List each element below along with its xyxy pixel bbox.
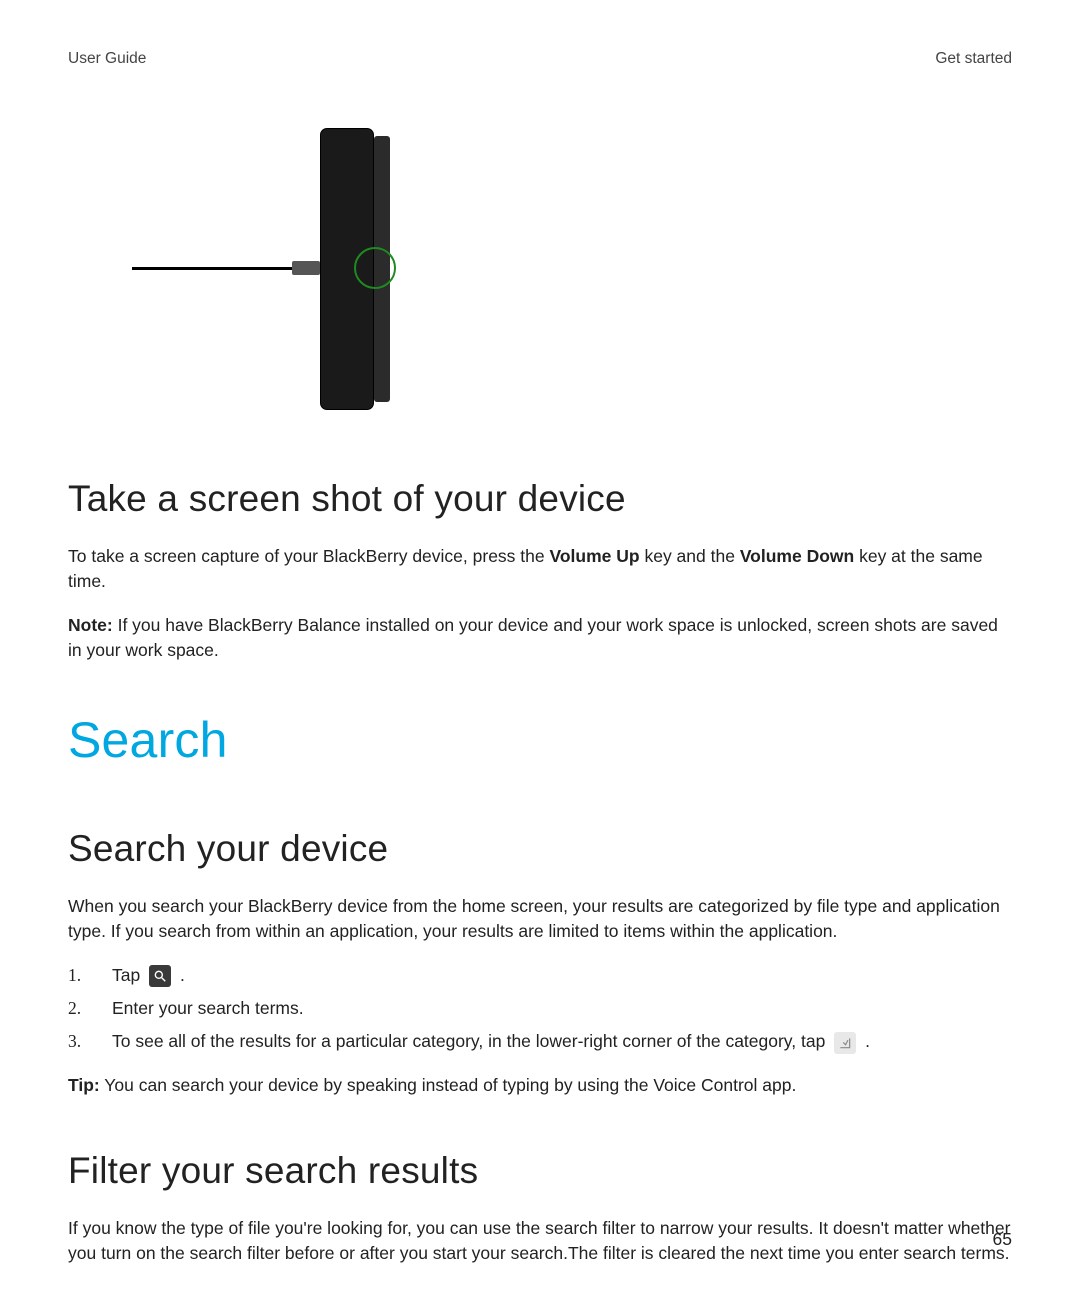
- list-item: 3. To see all of the results for a parti…: [68, 1029, 1012, 1054]
- screenshot-note: Note: If you have BlackBerry Balance ins…: [68, 613, 1012, 664]
- header-right: Get started: [935, 48, 1012, 70]
- text: To take a screen capture of your BlackBe…: [68, 546, 549, 566]
- heading-search-your-device: Search your device: [68, 822, 1012, 876]
- volume-up-key: Volume Up: [549, 546, 639, 566]
- search-icon: [149, 965, 171, 987]
- list-item: 1. Tap .: [68, 963, 1012, 988]
- step-number: 1.: [68, 963, 112, 988]
- search-tip: Tip: You can search your device by speak…: [68, 1073, 1012, 1098]
- step-text: Tap .: [112, 963, 185, 988]
- filter-body: If you know the type of file you're look…: [68, 1216, 1012, 1267]
- usb-cable: [132, 267, 292, 270]
- text: key and the: [640, 546, 740, 566]
- page-header: User Guide Get started: [68, 48, 1012, 70]
- search-intro: When you search your BlackBerry device f…: [68, 894, 1012, 945]
- tip-body: You can search your device by speaking i…: [100, 1075, 797, 1095]
- tip-label: Tip:: [68, 1075, 100, 1095]
- search-steps-list: 1. Tap . 2. Enter your search terms. 3. …: [68, 963, 1012, 1055]
- usb-plug: [292, 261, 320, 275]
- step-number: 3.: [68, 1029, 112, 1054]
- step-number: 2.: [68, 996, 112, 1021]
- expand-icon: [834, 1032, 856, 1054]
- step-text: Enter your search terms.: [112, 996, 304, 1021]
- text: .: [180, 965, 185, 985]
- device-usb-figure: [132, 128, 432, 428]
- heading-take-screenshot: Take a screen shot of your device: [68, 472, 1012, 526]
- page-number: 65: [993, 1227, 1012, 1252]
- screenshot-instruction: To take a screen capture of your BlackBe…: [68, 544, 1012, 595]
- heading-filter-results: Filter your search results: [68, 1144, 1012, 1198]
- text: To see all of the results for a particul…: [112, 1031, 830, 1051]
- text: .: [865, 1031, 870, 1051]
- list-item: 2. Enter your search terms.: [68, 996, 1012, 1021]
- volume-down-key: Volume Down: [740, 546, 854, 566]
- step-text: To see all of the results for a particul…: [112, 1029, 870, 1054]
- heading-search-section: Search: [68, 704, 1012, 777]
- text: Tap: [112, 965, 145, 985]
- header-left: User Guide: [68, 48, 146, 70]
- note-body: If you have BlackBerry Balance installed…: [68, 615, 998, 660]
- note-label: Note:: [68, 615, 113, 635]
